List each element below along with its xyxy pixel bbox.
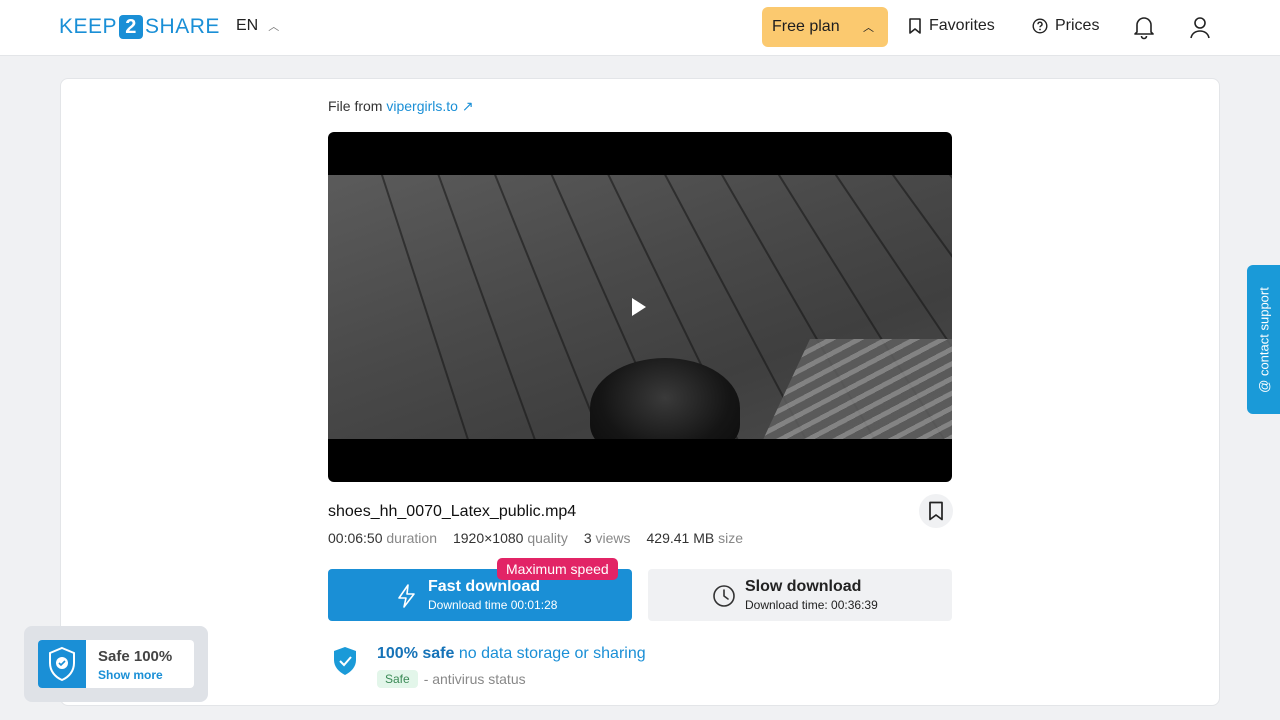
- logo-text-left: KEEP: [59, 15, 118, 38]
- safe-tag: Safe: [377, 670, 418, 688]
- slow-download-title: Slow download: [745, 578, 862, 595]
- notifications-button[interactable]: [1132, 14, 1156, 40]
- slow-download-button[interactable]: Slow download Download time: 00:36:39: [648, 569, 952, 621]
- bookmark-button[interactable]: [919, 494, 953, 528]
- max-speed-badge: Maximum speed: [497, 558, 618, 580]
- external-link-icon: ↗: [457, 98, 474, 114]
- logo[interactable]: KEEP 2 SHARE: [59, 15, 220, 39]
- safety-headline: 100% safe no data storage or sharing: [377, 645, 646, 663]
- bell-icon: [1134, 17, 1154, 40]
- prices-link[interactable]: Prices: [1032, 17, 1099, 35]
- file-name: shoes_hh_0070_Latex_public.mp4: [328, 503, 577, 520]
- play-icon[interactable]: [632, 298, 646, 316]
- safety-headline-bold: 100% safe: [377, 645, 455, 662]
- meta-duration: 00:06:50 duration: [328, 530, 437, 546]
- safety-widget-shield: [38, 640, 86, 688]
- file-source-label: File from: [328, 98, 383, 114]
- deck-plank: [423, 175, 555, 439]
- antivirus-status-text: - antivirus status: [423, 671, 526, 687]
- meta-unit: quality: [527, 530, 568, 546]
- slow-download-time: Download time: 00:36:39: [745, 598, 878, 612]
- clock-icon: [713, 585, 735, 607]
- safety-widget-title: Safe 100%: [98, 648, 173, 665]
- contact-support-label: @ contact support: [1256, 286, 1271, 393]
- meta-size: 429.41 MB size: [647, 530, 744, 546]
- fast-download-title: Fast download: [428, 578, 540, 595]
- top-bar: KEEP 2 SHARE EN ︿ Free plan ︿ Favorites Pr…: [0, 0, 1280, 56]
- favorites-link[interactable]: Favorites: [908, 17, 995, 35]
- file-source: File from vipergirls.to ↗: [328, 98, 474, 115]
- shield-check-icon: [49, 646, 75, 682]
- bookmark-icon: [909, 18, 921, 34]
- safety-widget-card[interactable]: Safe 100% Show more: [38, 640, 194, 688]
- plan-button[interactable]: Free plan ︿: [762, 7, 888, 47]
- file-source-site: vipergirls.to: [386, 98, 458, 114]
- antivirus-status: Safe - antivirus status: [377, 670, 526, 688]
- logo-badge: 2: [119, 15, 144, 39]
- plan-label: Free plan: [772, 18, 840, 35]
- deck-plank: [368, 175, 488, 439]
- chevron-up-icon: ︿: [863, 22, 874, 34]
- language-selector[interactable]: EN ︿: [236, 17, 279, 35]
- meta-views: 3 views: [584, 530, 631, 546]
- shoe: [590, 358, 740, 439]
- meta-unit: duration: [386, 530, 437, 546]
- contact-support-tab[interactable]: @ contact support: [1247, 265, 1280, 414]
- logo-text-right: SHARE: [145, 15, 220, 38]
- chevron-up-icon: ︿: [268, 21, 280, 33]
- bookmark-icon: [929, 501, 943, 521]
- language-label: EN: [236, 17, 259, 34]
- safety-widget: Safe 100% Show more: [24, 626, 208, 702]
- meta-value: 429.41 MB: [646, 530, 715, 546]
- meta-value: 1920×1080: [452, 530, 524, 546]
- fast-download-time: Download time 00:01:28: [428, 598, 558, 612]
- lightning-icon: [398, 584, 415, 608]
- file-source-link[interactable]: vipergirls.to ↗: [386, 98, 473, 114]
- meta-unit: size: [718, 530, 744, 546]
- file-meta: 00:06:50 duration 1920×1080 quality 3 vi…: [328, 530, 743, 546]
- favorites-label: Favorites: [929, 17, 995, 34]
- meta-value: 3: [583, 530, 592, 546]
- user-icon: [1190, 17, 1210, 39]
- meta-unit: views: [595, 530, 631, 546]
- account-button[interactable]: [1188, 14, 1212, 40]
- bench: [754, 339, 952, 439]
- safety-headline-rest: no data storage or sharing: [454, 645, 646, 662]
- help-circle-icon: [1032, 18, 1048, 34]
- meta-quality: 1920×1080 quality: [453, 530, 568, 546]
- prices-label: Prices: [1055, 17, 1100, 34]
- video-player[interactable]: [328, 132, 952, 482]
- safety-widget-link[interactable]: Show more: [98, 668, 163, 682]
- meta-value: 00:06:50: [328, 530, 383, 546]
- shield-check-icon: [334, 647, 356, 675]
